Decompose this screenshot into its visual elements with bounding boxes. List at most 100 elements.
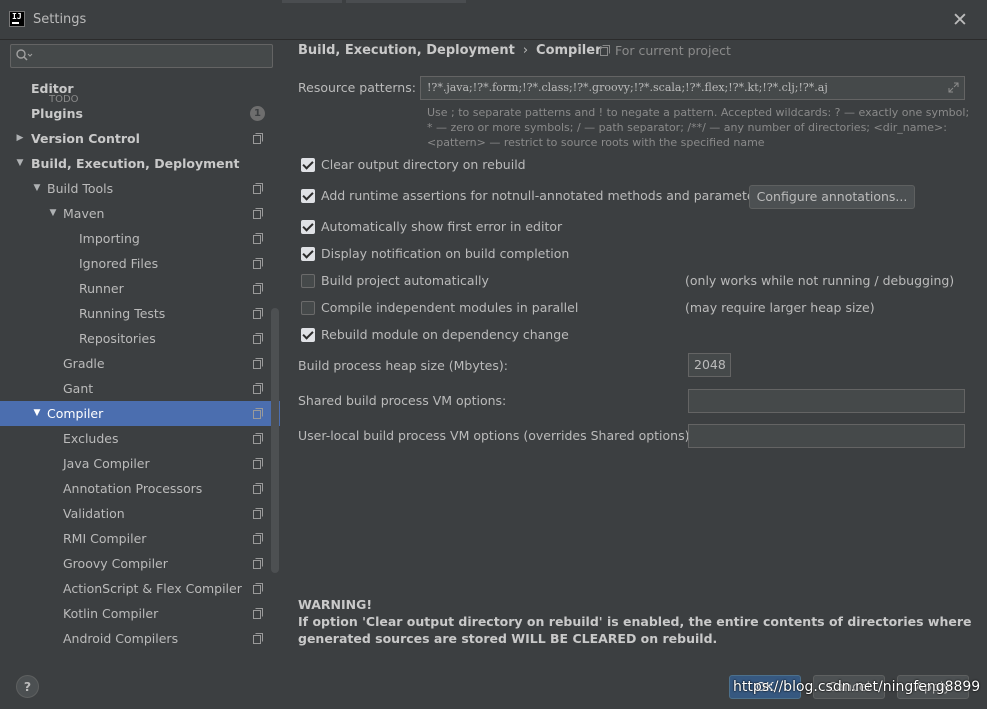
configure-annotations-button[interactable]: Configure annotations... (749, 185, 915, 209)
sidebar-item[interactable]: Plugins 1 (0, 101, 280, 126)
sidebar-item[interactable]: ▶ Version Control (0, 126, 280, 151)
project-icon (253, 558, 263, 569)
title-bar: IJ Settings ✕ (0, 0, 987, 40)
project-icon (253, 483, 263, 494)
sidebar-item-label: Plugins (31, 106, 83, 121)
settings-content: Build, Execution, Deployment › Compiler Fo… (282, 40, 987, 662)
sidebar-item-label: Java Compiler (63, 456, 150, 471)
sidebar-item[interactable]: Validation (0, 501, 280, 526)
sidebar-item[interactable]: Ignored Files (0, 251, 280, 276)
plugins-update-badge: 1 (250, 106, 265, 121)
breadcrumb: Build, Execution, Deployment › Compiler (298, 43, 602, 58)
option-label[interactable]: Display notification on build completion (321, 244, 569, 264)
sidebar-item[interactable]: Repositories (0, 326, 280, 351)
window-title: Settings (33, 12, 87, 27)
sidebar-item[interactable]: Android Compilers (0, 626, 280, 651)
dialog-footer: ? OK Cancel Apply https://blog.csdn.net/… (0, 662, 987, 709)
sidebar-item-label: Build Tools (47, 181, 114, 196)
sidebar-item[interactable]: Running Tests (0, 301, 280, 326)
sidebar-item[interactable]: ▼ Build Tools (0, 176, 280, 201)
sidebar-item[interactable]: ActionScript & Flex Compiler (0, 576, 280, 601)
collapse-arrow-icon[interactable]: ▶ (14, 126, 26, 151)
option-label[interactable]: Compile independent modules in parallel (321, 298, 578, 318)
option-label[interactable]: Build project automatically (321, 271, 489, 291)
option-label[interactable]: Automatically show first error in editor (321, 217, 562, 237)
sidebar-item[interactable]: Gant (0, 376, 280, 401)
user-vm-options-field[interactable] (688, 424, 965, 448)
project-icon (600, 45, 610, 56)
intellij-logo-icon: IJ (9, 11, 25, 27)
sidebar-item[interactable]: ▼ Maven (0, 201, 280, 226)
resource-patterns-value: !?*.java;!?*.form;!?*.class;!?*.groovy;!… (427, 81, 828, 94)
project-icon (253, 383, 263, 394)
resource-patterns-field[interactable]: !?*.java;!?*.form;!?*.class;!?*.groovy;!… (420, 76, 965, 100)
sidebar-item-label: Kotlin Compiler (63, 606, 159, 621)
checkbox[interactable] (301, 274, 315, 288)
project-icon (253, 258, 263, 269)
checkbox[interactable] (301, 189, 315, 203)
sidebar-item[interactable]: Runner (0, 276, 280, 301)
option-note: (only works while not running / debuggin… (685, 273, 955, 288)
shared-vm-options-label: Shared build process VM options: (298, 393, 507, 408)
sidebar-item[interactable]: Editor (0, 76, 280, 101)
resource-patterns-label: Resource patterns: (298, 80, 416, 95)
heap-size-field[interactable]: 2048 (688, 353, 731, 377)
close-button[interactable]: ✕ (949, 9, 971, 31)
search-icon (16, 49, 33, 61)
expand-arrow-icon[interactable]: ▼ (14, 151, 26, 176)
settings-search[interactable] (10, 44, 273, 68)
sidebar-item-label: ActionScript & Flex Compiler (63, 581, 242, 596)
sidebar-item-label: Android Compilers (63, 631, 179, 646)
sidebar-item-label: Validation (63, 506, 125, 521)
option-label[interactable]: Clear output directory on rebuild (321, 155, 526, 175)
watermark-text: https://blog.csdn.net/ningfeng8899 (733, 679, 981, 695)
sidebar-item[interactable]: RMI Compiler (0, 526, 280, 551)
checkbox[interactable] (301, 247, 315, 261)
heap-size-label: Build process heap size (Mbytes): (298, 358, 508, 373)
background-tab-strip (346, 0, 466, 3)
checkbox[interactable] (301, 301, 315, 315)
project-icon (253, 533, 263, 544)
project-icon (253, 333, 263, 344)
rebuild-warning: WARNING! If option 'Clear output directo… (298, 596, 978, 647)
sidebar-item[interactable]: ▼ Compiler (0, 401, 280, 426)
expand-arrow-icon[interactable]: ▼ (31, 176, 43, 201)
sidebar-item[interactable]: Gradle (0, 351, 280, 376)
sidebar-item[interactable]: Java Compiler (0, 451, 280, 476)
sidebar-item[interactable]: Kotlin Compiler (0, 601, 280, 626)
sidebar-item[interactable]: Excludes (0, 426, 280, 451)
background-tab-strip (282, 0, 342, 3)
search-input[interactable] (37, 47, 267, 65)
project-icon (253, 133, 263, 144)
sidebar-item[interactable]: ▼ Build, Execution, Deployment (0, 151, 280, 176)
sidebar-item-label: Build, Execution, Deployment (31, 156, 240, 171)
checkbox[interactable] (301, 328, 315, 342)
sidebar-item-label: Version Control (31, 131, 140, 146)
expand-field-icon[interactable] (948, 82, 959, 93)
sidebar-item-label: RMI Compiler (63, 531, 147, 546)
expand-arrow-icon[interactable]: ▼ (31, 401, 43, 426)
shared-vm-options-field[interactable] (688, 389, 965, 413)
option-label[interactable]: Rebuild module on dependency change (321, 325, 569, 345)
project-scope-note: For current project (600, 43, 731, 58)
sidebar-item[interactable]: Annotation Processors (0, 476, 280, 501)
checkbox[interactable] (301, 220, 315, 234)
sidebar-item-label: Annotation Processors (63, 481, 203, 496)
project-icon (253, 308, 263, 319)
sidebar-item-label: Gradle (63, 356, 105, 371)
sidebar-item[interactable]: Importing (0, 226, 280, 251)
warning-title: WARNING! (298, 597, 373, 612)
sidebar-item-label: Runner (79, 281, 124, 296)
sidebar-scrollbar[interactable] (271, 308, 279, 573)
warning-text: If option 'Clear output directory on reb… (298, 614, 972, 646)
sidebar-item-label: Importing (79, 231, 140, 246)
project-icon (253, 208, 263, 219)
project-icon (253, 233, 263, 244)
sidebar-item[interactable]: Groovy Compiler (0, 551, 280, 576)
expand-arrow-icon[interactable]: ▼ (47, 201, 59, 226)
help-button[interactable]: ? (16, 675, 39, 698)
project-icon (253, 283, 263, 294)
option-label[interactable]: Add runtime assertions for notnull-annot… (321, 186, 766, 206)
checkbox[interactable] (301, 158, 315, 172)
sidebar-item-label: Editor (31, 81, 74, 96)
